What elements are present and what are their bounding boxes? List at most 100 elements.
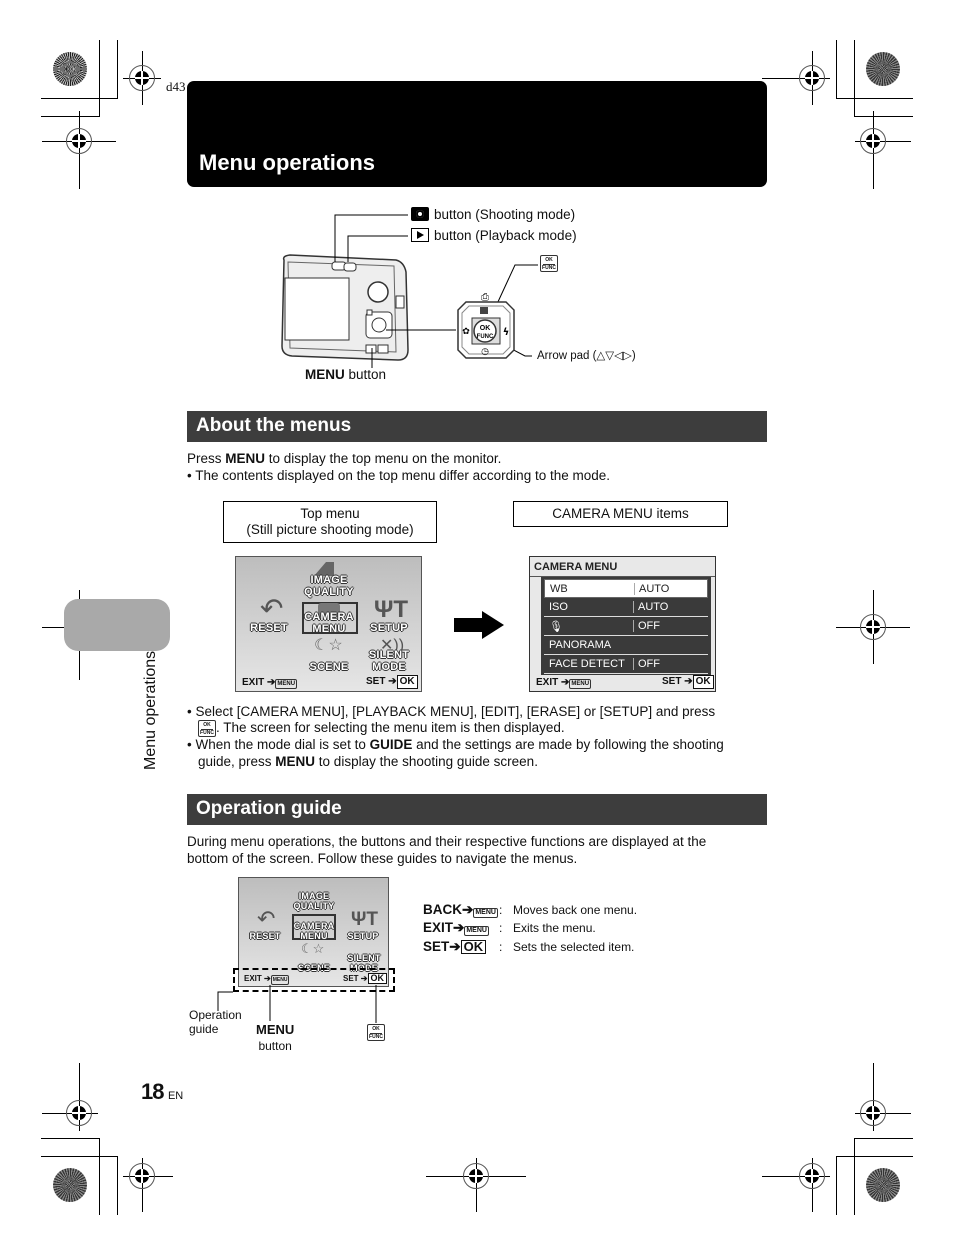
section-title: About the menus bbox=[196, 415, 352, 436]
menu-row-iso[interactable]: ISO AUTO bbox=[544, 598, 708, 617]
setup-icon: ΨT bbox=[351, 909, 378, 930]
key-label: SET bbox=[423, 939, 450, 954]
top-menu-screen: IMAGE QUALITY ↶ RESET CAMERA MENU ΨT SET… bbox=[235, 556, 422, 692]
bullet-text: When the mode dial is set to bbox=[195, 737, 370, 752]
legend-key: SET➔ OK bbox=[423, 939, 499, 955]
menu-key: MENU bbox=[256, 1022, 295, 1037]
menu-button-label: button bbox=[348, 367, 387, 382]
svg-text:⎙: ⎙ bbox=[481, 292, 489, 303]
bullet-continuation: OK FUNC. The screen for selecting the men… bbox=[198, 719, 565, 737]
crop-line bbox=[99, 1138, 100, 1215]
exit-label: EXIT bbox=[536, 677, 559, 688]
row-key: WB bbox=[550, 583, 568, 595]
key-label: BACK bbox=[423, 902, 462, 917]
ok-key-icon: OK bbox=[692, 675, 714, 689]
okfunc-bottom: FUNC bbox=[542, 265, 556, 271]
okfunc-top: OK bbox=[545, 257, 553, 263]
svg-text:◷: ◷ bbox=[481, 347, 489, 357]
menu-item-scene[interactable]: SCENE bbox=[296, 661, 362, 673]
document-code: d43 bbox=[166, 79, 186, 94]
okfunc-icon: OK FUNC bbox=[198, 719, 216, 737]
operation-guide-paragraph: During menu operations, the buttons and … bbox=[187, 833, 706, 867]
exit-hint: EXIT ➔ MENU bbox=[242, 677, 298, 689]
crop-line bbox=[836, 40, 837, 99]
svg-text:✿: ✿ bbox=[462, 327, 470, 337]
menu-item-setup[interactable]: SETUP bbox=[366, 622, 412, 634]
legend-row-back: BACK➔ MENU: Moves back one menu. bbox=[423, 902, 637, 918]
chapter-side-label: Menu operations bbox=[142, 650, 159, 770]
label-line: (Still picture shooting mode) bbox=[246, 522, 414, 537]
playback-button-label: button (Playback mode) bbox=[434, 228, 577, 243]
crop-line bbox=[117, 1156, 118, 1215]
callout-line bbox=[334, 214, 408, 262]
okfunc-bottom: FUNC bbox=[369, 1034, 383, 1040]
page-number: 18 EN bbox=[141, 1079, 183, 1105]
menu-key: MENU bbox=[275, 754, 316, 769]
menu-item-reset: RESET bbox=[249, 931, 281, 941]
camera-menu-label-box: CAMERA MENU items bbox=[513, 501, 728, 527]
reset-icon: ↶ bbox=[260, 593, 284, 624]
legend-key: EXIT➔ MENU bbox=[423, 920, 489, 936]
menu-item-setup: SETUP bbox=[347, 931, 379, 941]
menu-key-icon: MENU bbox=[569, 679, 592, 689]
legend-key: BACK➔ MENU bbox=[423, 902, 498, 918]
ok-key-icon: OK bbox=[396, 675, 418, 689]
row-value: OFF bbox=[633, 658, 660, 670]
menu-item-image-quality[interactable]: IMAGE QUALITY bbox=[296, 574, 362, 598]
menu-key-icon: MENU bbox=[473, 908, 498, 918]
bullet-text: to display the shooting guide screen. bbox=[315, 754, 538, 769]
bullet-item: • The contents displayed on the top menu… bbox=[187, 467, 610, 484]
menu-key-icon: MENU bbox=[464, 926, 489, 936]
bullet-item: • When the mode dial is set to GUIDE and… bbox=[187, 736, 724, 753]
menu-row-wb[interactable]: WB AUTO bbox=[544, 579, 708, 598]
page-language: EN bbox=[167, 1090, 184, 1102]
crop-line bbox=[836, 1156, 913, 1157]
menu-item-camera-menu[interactable]: CAMERA MENU bbox=[296, 611, 362, 635]
set-hint: SET ➔ OK bbox=[366, 675, 418, 689]
svg-text:OK: OK bbox=[480, 325, 491, 332]
menu-row-audio[interactable]: 🎙 OFF bbox=[544, 617, 708, 636]
bullet-icon: • bbox=[187, 468, 196, 483]
set-label: SET bbox=[662, 676, 682, 687]
crop-line bbox=[854, 116, 913, 117]
crop-line bbox=[99, 40, 100, 117]
section-header-about-menus: About the menus bbox=[187, 411, 767, 442]
legend-desc: Moves back one menu. bbox=[513, 903, 638, 917]
row-value: OFF bbox=[633, 620, 660, 632]
okfunc-top: OK bbox=[372, 1026, 380, 1032]
scene-icon: ☾☆ bbox=[314, 637, 343, 654]
row-key: ISO bbox=[549, 601, 568, 613]
button-label: button bbox=[258, 1039, 292, 1053]
right-arrow-head bbox=[482, 611, 504, 639]
exit-hint: EXIT ➔ MENU bbox=[536, 677, 592, 689]
arrow-pad-illustration: OK FUNC ⎙ ✿ ϟ ◷ bbox=[457, 292, 515, 359]
menu-item-reset[interactable]: RESET bbox=[248, 622, 290, 634]
menu-item-silent-mode[interactable]: SILENT MODE bbox=[364, 649, 414, 673]
crop-line bbox=[117, 40, 118, 99]
operation-guide-callout: Operation guide bbox=[189, 1008, 242, 1036]
bullet-text: . The screen for selecting the menu item… bbox=[216, 720, 565, 735]
top-menu-label-box: Top menu (Still picture shooting mode) bbox=[223, 501, 437, 543]
shooting-button-label: button (Shooting mode) bbox=[434, 207, 576, 222]
print-starburst-mark bbox=[866, 1168, 900, 1202]
crop-line bbox=[836, 1156, 837, 1215]
scene-icon: ☾☆ bbox=[301, 941, 325, 956]
menu-row-face-detect[interactable]: FACE DETECT OFF bbox=[544, 655, 708, 674]
bullet-text: The contents displayed on the top menu d… bbox=[195, 468, 610, 483]
okfunc-icon: OK FUNC bbox=[540, 255, 558, 272]
guide-key: GUIDE bbox=[369, 737, 413, 752]
crop-line bbox=[854, 40, 855, 117]
menu-key: MENU bbox=[305, 367, 345, 382]
separator: : bbox=[499, 921, 503, 935]
menu-row-panorama[interactable]: PANORAMA bbox=[544, 636, 708, 655]
intro-prefix: Press bbox=[187, 451, 226, 466]
bullet-text: guide, press bbox=[198, 754, 276, 769]
reset-icon: ↶ bbox=[257, 906, 276, 931]
legend-row-exit: EXIT➔ MENU: Exits the menu. bbox=[423, 920, 596, 936]
legend-desc: Sets the selected item. bbox=[513, 940, 635, 954]
legend-desc: Exits the menu. bbox=[513, 921, 596, 935]
exit-label: EXIT bbox=[242, 677, 265, 688]
camera-menu-title: CAMERA MENU bbox=[534, 561, 618, 573]
crop-line bbox=[41, 1156, 118, 1157]
about-intro: Press MENU to display the top menu on th… bbox=[187, 450, 501, 467]
